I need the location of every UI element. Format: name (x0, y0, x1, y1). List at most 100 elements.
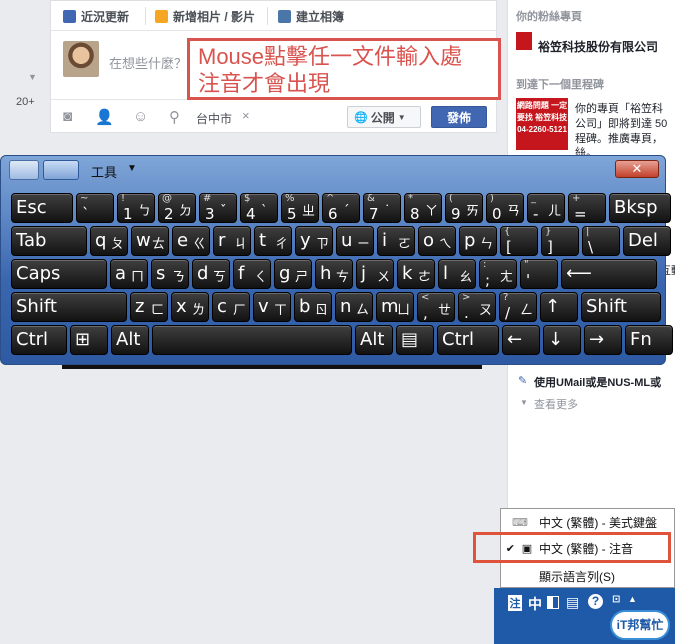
key-m-3-7[interactable]: mㄩ (376, 292, 414, 322)
location-clear-icon[interactable]: × (242, 108, 250, 123)
key-6-0-7[interactable]: ^ 6 ˊ (322, 193, 360, 223)
key-f-2-4[interactable]: fㄑ (233, 259, 271, 289)
menu-item-us-keyboard[interactable]: ⌨ 中文 (繁體) - 美式鍵盤 (501, 511, 674, 533)
key--1-11[interactable]: {[ (500, 226, 538, 256)
close-button[interactable]: ✕ (615, 160, 659, 178)
key--4-7[interactable]: ← (502, 325, 540, 355)
key--4-9[interactable]: → (584, 325, 622, 355)
more-count[interactable]: 20+ (16, 96, 35, 108)
key-t-1-5[interactable]: tㄔ (254, 226, 292, 256)
key-c-3-3[interactable]: cㄏ (212, 292, 250, 322)
key-caps-2-0[interactable]: Caps (11, 259, 107, 289)
key-space-4-3[interactable] (152, 325, 352, 355)
key-1-0-2[interactable]: ! 1 ㄅ (117, 193, 155, 223)
key-8-0-9[interactable]: * 8 ㄚ (404, 193, 442, 223)
page-link[interactable]: 裕笠科技股份有限公司 (538, 38, 658, 55)
key-9-0-10[interactable]: (9 ㄞ (445, 193, 483, 223)
key-b-3-5[interactable]: bㄖ (294, 292, 332, 322)
key--4-8[interactable]: ↓ (543, 325, 581, 355)
post-button[interactable]: 發佈 (431, 106, 487, 128)
key-ctrl-4-0[interactable]: Ctrl (11, 325, 67, 355)
tab-create-album[interactable]: 建立相簿 (278, 7, 344, 25)
key-del-1-14[interactable]: Del (623, 226, 671, 256)
keyboard-icon[interactable] (43, 160, 79, 180)
key-l-2-9[interactable]: lㄠ (438, 259, 476, 289)
ime-icon[interactable]: 注 (508, 595, 522, 611)
key-esc-0-0[interactable]: Esc (11, 193, 73, 223)
key-2-0-3[interactable]: @2 ㄉ (158, 193, 196, 223)
key-5-0-6[interactable]: % 5 ㄓ (281, 193, 319, 223)
key-alt-4-2[interactable]: Alt (111, 325, 149, 355)
key--0-1[interactable]: ~ ` (76, 193, 114, 223)
key--2-11[interactable]: " ' (520, 259, 558, 289)
key--1-13[interactable]: | \ (582, 226, 620, 256)
tools-menu[interactable]: 工具 (91, 162, 117, 181)
key--3-10[interactable]: ? / ㄥ (499, 292, 537, 322)
feeling-icon[interactable]: ☺ (133, 108, 148, 125)
camera-icon[interactable]: ◙ (63, 108, 72, 125)
key-g-2-5[interactable]: gㄕ (274, 259, 312, 289)
handwriting-icon[interactable] (9, 160, 39, 180)
key-main-label: 1 (123, 205, 133, 223)
key-r-1-4[interactable]: rㄐ (213, 226, 251, 256)
key-q-1-1[interactable]: qㄆ (90, 226, 128, 256)
key-h-2-6[interactable]: hㄘ (315, 259, 353, 289)
key-shift-3-0[interactable]: Shift (11, 292, 127, 322)
key-x-3-2[interactable]: xㄌ (171, 292, 209, 322)
input-mode-toggle[interactable]: 中 (528, 594, 542, 614)
key--3-8[interactable]: <, ㄝ (417, 292, 455, 322)
key-k-2-8[interactable]: kㄜ (397, 259, 435, 289)
key--3-11[interactable]: ↑ (540, 292, 578, 322)
key-w-1-2[interactable]: wㄊ (131, 226, 169, 256)
key-n-3-6[interactable]: nㄙ (335, 292, 373, 322)
tools-dropdown-icon[interactable]: ▼ (127, 163, 137, 174)
key--3-9[interactable]: >. ㄡ (458, 292, 496, 322)
status-input[interactable]: 在想些什麼？ (109, 53, 187, 72)
menu-item-show-langbar[interactable]: 顯示語言列(S) (501, 565, 674, 587)
key-y-1-6[interactable]: yㄗ (295, 226, 333, 256)
options-arrow-icon[interactable]: ▲ (628, 594, 637, 604)
key--2-12[interactable]: ⟵ (561, 259, 657, 289)
key--0-13[interactable]: + = (568, 193, 606, 223)
key-7-0-8[interactable]: & 7 ˙ (363, 193, 401, 223)
milestone-thumbnail[interactable]: 網路問題 一定要找 裕笠科技 04-2260-5121 (516, 98, 568, 150)
osk-titlebar[interactable]: 工具 ▼ ✕ (7, 160, 659, 182)
key-u-1-7[interactable]: uㄧ (336, 226, 374, 256)
key-3-0-4[interactable]: #3 ˇ (199, 193, 237, 223)
help-icon[interactable]: ? (588, 594, 603, 609)
key-fn-4-10[interactable]: Fn (625, 325, 673, 355)
key-tab-1-0[interactable]: Tab (11, 226, 87, 256)
key-shift-3-12[interactable]: Shift (581, 292, 661, 322)
half-full-width-icon[interactable] (547, 596, 559, 609)
key-v-3-4[interactable]: vㄒ (253, 292, 291, 322)
key-j-2-7[interactable]: jㄨ (356, 259, 394, 289)
tab-status-update[interactable]: 近況更新 (63, 7, 129, 25)
key-e-1-3[interactable]: eㄍ (172, 226, 210, 256)
key-p-1-10[interactable]: pㄣ (459, 226, 497, 256)
key-a-2-1[interactable]: aㄇ (110, 259, 148, 289)
see-more-link[interactable]: 查看更多 (534, 396, 578, 412)
tab-add-photo[interactable]: 新增相片 / 影片 (155, 7, 255, 25)
key--2-10[interactable]: :; ㄤ (479, 259, 517, 289)
umail-link[interactable]: 使用UMail或是NUS-ML或 (534, 374, 661, 390)
key-0-0-11[interactable]: ) 0 ㄢ (486, 193, 524, 223)
chevron-down-icon[interactable]: ▼ (28, 72, 37, 82)
key--4-5[interactable]: ▤ (396, 325, 434, 355)
key-d-2-3[interactable]: dㄎ (192, 259, 230, 289)
key-alt-4-4[interactable]: Alt (355, 325, 393, 355)
privacy-selector[interactable]: 🌐 公開 ▼ (347, 106, 421, 128)
page-thumbnail[interactable] (516, 32, 532, 50)
key--1-12[interactable]: }] (541, 226, 579, 256)
settings-icon[interactable]: ▤ (566, 594, 579, 611)
key--0-12[interactable]: _ - ㄦ (527, 193, 565, 223)
key-ctrl-4-6[interactable]: Ctrl (437, 325, 499, 355)
location-pin-icon[interactable]: ⚲ (169, 108, 180, 126)
key--4-1[interactable]: ⊞ (70, 325, 108, 355)
key-s-2-2[interactable]: sㄋ (151, 259, 189, 289)
key-o-1-9[interactable]: oㄟ (418, 226, 456, 256)
tag-friends-icon[interactable]: 👤 (95, 108, 114, 126)
key-i-1-8[interactable]: iㄛ (377, 226, 415, 256)
key-bksp-0-14[interactable]: Bksp (609, 193, 671, 223)
key-z-3-1[interactable]: zㄈ (130, 292, 168, 322)
key-4-0-5[interactable]: $4 ˋ (240, 193, 278, 223)
